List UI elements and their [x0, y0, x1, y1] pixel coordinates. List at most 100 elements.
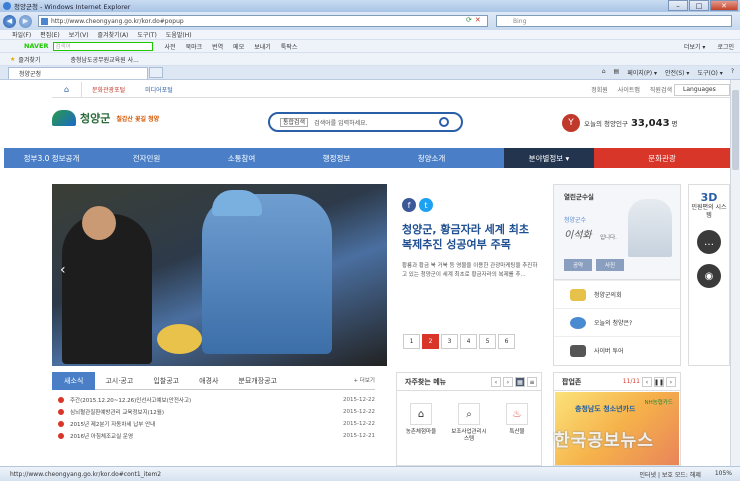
search-scope-select[interactable]: 통합검색	[280, 117, 309, 127]
mayor-title[interactable]: 열린군수실	[564, 191, 680, 201]
print-icon[interactable]: ▤	[614, 68, 620, 77]
new-tab-button[interactable]	[149, 67, 163, 78]
naver-login[interactable]: 로그인	[717, 42, 734, 51]
tab-bid[interactable]: 입찰공고	[143, 372, 189, 390]
scrollbar[interactable]	[730, 80, 740, 466]
menu-tools[interactable]: 도구(T)	[137, 30, 156, 39]
refresh-icon[interactable]: ⟳	[466, 16, 472, 24]
gnb-item[interactable]: 청양소개	[384, 148, 479, 168]
quick-link-tour[interactable]: 사이버 투어	[554, 336, 680, 364]
tools-menu[interactable]: 도구(O) ▾	[697, 68, 722, 77]
quick-link-council[interactable]: 청양군의회	[554, 280, 680, 308]
util-sitemap[interactable]: 사이트맵	[618, 85, 640, 94]
gnb-item-category[interactable]: 분야별정보 ▾	[504, 148, 594, 168]
naver-item[interactable]: 툭팍스	[281, 42, 298, 51]
gnb-item[interactable]: 전자민원	[99, 148, 194, 168]
forward-button[interactable]: ▶	[19, 14, 32, 28]
menu-file[interactable]: 파일(F)	[12, 30, 31, 39]
headline-photo[interactable]: ‹	[52, 184, 387, 366]
naver-item[interactable]: 북마크	[186, 42, 203, 51]
util-member[interactable]: 정회원	[591, 85, 608, 94]
home-icon[interactable]: ⌂	[52, 81, 82, 98]
minimize-button[interactable]: –	[668, 0, 688, 11]
location-icon[interactable]: ◉	[697, 264, 721, 288]
quick-link-today[interactable]: 오늘의 청양은?	[554, 308, 680, 336]
freq-item[interactable]: ♨ 특산물	[497, 403, 537, 443]
toplink-media[interactable]: 미디어포털	[135, 85, 183, 94]
close-button[interactable]: ✕	[710, 0, 738, 11]
population-unit: 명	[671, 120, 678, 128]
prev-icon[interactable]: ‹	[642, 377, 652, 387]
gnb-item-tourism[interactable]: 문화관광	[594, 148, 730, 168]
help-icon[interactable]: ?	[731, 68, 734, 77]
util-staff[interactable]: 직원검색	[650, 85, 672, 94]
menu-view[interactable]: 보기(V)	[69, 30, 89, 39]
pager-item[interactable]: 5	[479, 334, 496, 349]
prev-icon[interactable]: ‹	[491, 377, 501, 387]
freq-item[interactable]: ⌕ 보조사업관리시스템	[449, 403, 489, 443]
pager-item[interactable]: 1	[403, 334, 420, 349]
list-item[interactable]: 주간(2015.12.20~12.26)인선사고예보(안전사고) 2015-12-…	[52, 394, 375, 406]
list-item[interactable]: 2016년 아침체조교실 운영 2015-12-21	[52, 430, 375, 442]
address-input[interactable]: http://www.cheongyang.go.kr/kor.do#popup	[38, 15, 488, 27]
tab-notice[interactable]: 고시·공고	[95, 372, 143, 390]
list-item[interactable]: 심뇌혈관질환예방관리 교육정보지(12월) 2015-12-22	[52, 406, 375, 418]
pager-item[interactable]: 6	[498, 334, 515, 349]
pager-item[interactable]: 4	[460, 334, 477, 349]
menu-edit[interactable]: 편집(E)	[40, 30, 60, 39]
next-icon[interactable]: ›	[503, 377, 513, 387]
zoom-level[interactable]: 105%	[715, 470, 732, 479]
side-3d-title[interactable]: 3D	[689, 191, 729, 204]
gnb-item[interactable]: 행정정보	[289, 148, 384, 168]
menu-help[interactable]: 도움말(H)	[166, 30, 192, 39]
stop-icon[interactable]: ✕	[475, 16, 481, 24]
grid-icon[interactable]: ▦	[515, 377, 525, 387]
toplink-culture[interactable]: 문화관광포털	[82, 85, 135, 94]
tab-news[interactable]: 새소식	[52, 371, 96, 390]
naver-more[interactable]: 더보기 ▾	[684, 42, 705, 51]
main-search[interactable]: 통합검색 검색어를 입력하세요.	[268, 112, 463, 132]
favorite-item[interactable]: 충청남도공무원교육원 사...	[70, 55, 138, 64]
camera-icon	[570, 344, 586, 357]
tab-active[interactable]: 청양군청	[8, 66, 148, 79]
next-icon[interactable]: ›	[666, 377, 676, 387]
scrollbar-thumb[interactable]	[732, 90, 739, 170]
gnb-item[interactable]: 정부3.0 정보공개	[4, 148, 99, 168]
back-button[interactable]: ◀	[3, 14, 16, 28]
chat-icon[interactable]: …	[697, 230, 721, 254]
list-icon[interactable]: ≡	[527, 377, 537, 387]
tab-family[interactable]: 애경사	[189, 372, 228, 390]
naver-search-input[interactable]: 검색어	[52, 41, 153, 51]
page-menu[interactable]: 페이지(P) ▾	[627, 68, 657, 77]
mayor-pledge-button[interactable]: 공약	[564, 259, 592, 271]
menu-favorites[interactable]: 즐겨찾기(A)	[98, 30, 129, 39]
favorites-button[interactable]: 즐겨찾기	[18, 55, 40, 64]
gnb-item[interactable]: 소통참여	[194, 148, 289, 168]
naver-item[interactable]: 번역	[212, 42, 223, 51]
tab-grave[interactable]: 분묘개장공고	[228, 372, 287, 390]
list-item[interactable]: 2015년 제2분기 자동차세 납부 안내 2015-12-22	[52, 418, 375, 430]
main-search-input[interactable]: 검색어를 입력하세요.	[314, 118, 368, 127]
maximize-button[interactable]: □	[689, 0, 709, 11]
facebook-icon[interactable]: f	[402, 198, 416, 212]
safety-menu[interactable]: 안전(S) ▾	[665, 68, 689, 77]
pager-item[interactable]: 3	[441, 334, 458, 349]
naver-item[interactable]: 메모	[233, 42, 244, 51]
freq-item[interactable]: ⌂ 농촌체험마을	[401, 403, 441, 443]
new-badge-icon	[58, 397, 64, 403]
prev-arrow-icon[interactable]: ‹	[60, 262, 66, 278]
search-input[interactable]: Bing	[496, 15, 732, 27]
mayor-photo-button[interactable]: 사진	[596, 259, 624, 271]
search-icon[interactable]	[439, 117, 449, 127]
more-link[interactable]: + 더보기	[353, 376, 375, 384]
site-logo[interactable]: 청양군 칠갑산 꽃길 청양	[52, 110, 159, 126]
pause-icon[interactable]: ❚❚	[654, 377, 664, 387]
naver-item[interactable]: 보내기	[254, 42, 271, 51]
twitter-icon[interactable]: t	[419, 198, 433, 212]
pager-item-active[interactable]: 2	[422, 334, 439, 349]
naver-item[interactable]: 사전	[165, 42, 176, 51]
home-icon[interactable]: ⌂	[602, 68, 606, 77]
language-select[interactable]: Languages▾	[674, 83, 730, 96]
headline-title[interactable]: 청양군, 황금자라 세계 최초 복제추진 성공여부 주목	[402, 222, 540, 252]
status-bar: http://www.cheongyang.go.kr/kor.do#cont1…	[0, 466, 740, 481]
